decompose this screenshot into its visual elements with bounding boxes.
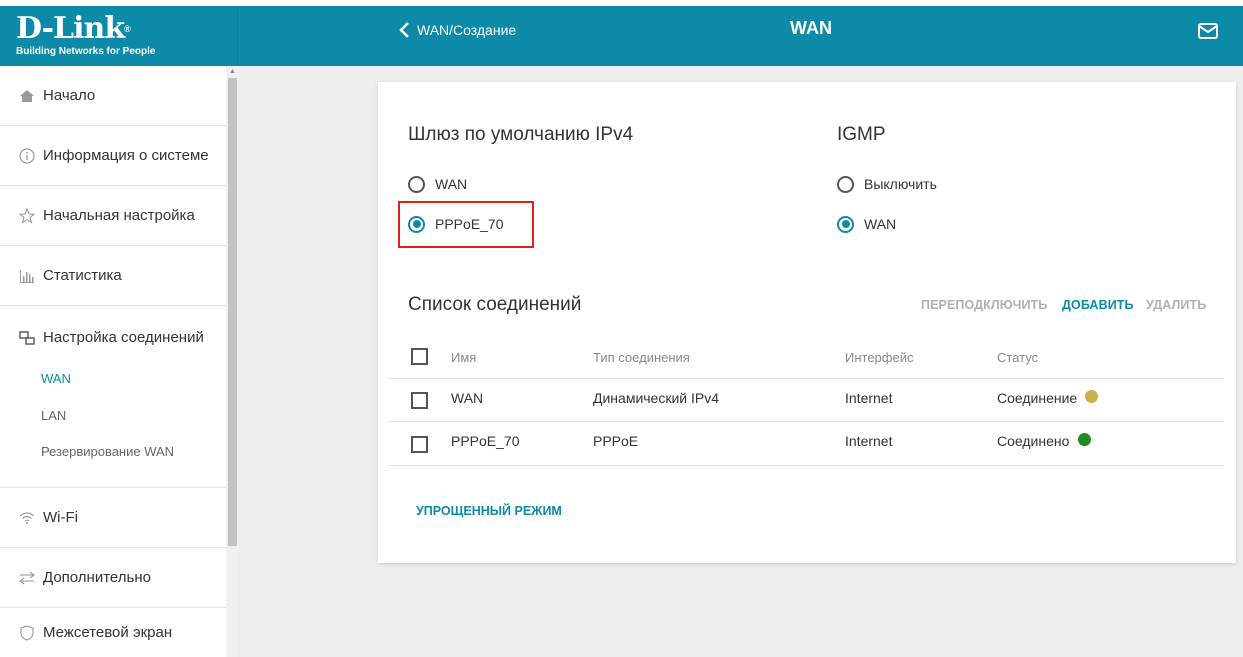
row-status: Соединение <box>997 390 1078 406</box>
select-all-checkbox[interactable] <box>411 348 428 365</box>
scroll-up-icon[interactable]: ▲ <box>228 68 237 76</box>
row-interface: Internet <box>845 433 893 449</box>
radio-label: WAN <box>864 216 897 232</box>
sidebar-item-advanced[interactable]: Дополнительно <box>0 548 226 608</box>
sidebar-item-label: Статистика <box>43 267 122 284</box>
radio-label: Выключить <box>864 176 937 192</box>
sidebar-item-label: Начальная настройка <box>43 207 195 224</box>
reconnect-button[interactable]: ПЕРЕПОДКЛЮЧИТЬ <box>921 298 1047 312</box>
sidebar-subitem-lan[interactable]: LAN <box>41 408 66 423</box>
wifi-icon <box>18 509 36 527</box>
sidebar-subitem-wan[interactable]: WAN <box>41 371 71 386</box>
delete-button[interactable]: УДАЛИТЬ <box>1146 298 1206 312</box>
sidebar-item-statistics[interactable]: Статистика <box>0 246 226 306</box>
back-button[interactable]: WAN/Создание <box>395 18 516 42</box>
status-connected-icon <box>1078 433 1091 446</box>
connections-title: Список соединений <box>408 294 582 315</box>
sidebar-item-label: Информация о системе <box>43 147 209 164</box>
row-name[interactable]: WAN <box>451 390 483 406</box>
igmp-radio-wan[interactable]: WAN <box>837 214 896 234</box>
network-icon <box>18 329 36 347</box>
column-header-status[interactable]: Статус <box>997 350 1038 365</box>
sidebar-item-label: Межсетевой экран <box>43 624 173 641</box>
simple-mode-button[interactable]: УПРОЩЕННЫЙ РЕЖИМ <box>416 504 562 518</box>
sidebar-item-label: Дополнительно <box>43 569 151 586</box>
star-icon <box>18 207 36 225</box>
row-checkbox[interactable] <box>411 392 428 409</box>
column-header-name[interactable]: Имя <box>451 350 476 365</box>
home-icon <box>18 87 36 105</box>
bar-chart-icon <box>18 267 36 285</box>
row-checkbox[interactable] <box>411 436 428 453</box>
wan-card <box>378 82 1236 563</box>
logo[interactable]: D-Link® Building Networks for People <box>0 6 238 66</box>
sidebar-item-initial-setup[interactable]: Начальная настройка <box>0 186 226 246</box>
chevron-left-icon <box>395 18 417 42</box>
sidebar-subitem-wan-backup[interactable]: Резервирование WAN <box>41 444 174 459</box>
info-icon <box>18 147 36 165</box>
row-status: Соединено <box>997 433 1070 449</box>
page-title: WAN <box>790 18 832 38</box>
scrollbar-thumb[interactable] <box>228 78 237 546</box>
sidebar-item-connections[interactable]: Настройка соединений <box>0 306 226 488</box>
gateway-radio-wan[interactable]: WAN <box>408 174 467 194</box>
sidebar-item-label: Начало <box>43 87 96 104</box>
row-divider <box>388 378 1224 379</box>
add-button[interactable]: ДОБАВИТЬ <box>1062 298 1134 312</box>
row-divider <box>388 465 1224 466</box>
row-type: PPPoE <box>593 433 639 449</box>
igmp-title: IGMP <box>837 124 886 145</box>
logo-subtitle: Building Networks for People <box>16 46 156 57</box>
sidebar-item-label: Wi-Fi <box>43 509 78 526</box>
igmp-radio-off[interactable]: Выключить <box>837 174 937 194</box>
logo-text: D-Link® <box>16 11 131 46</box>
radio-button[interactable] <box>408 175 425 193</box>
back-label: WAN/Создание <box>417 22 517 38</box>
radio-button-checked[interactable] <box>837 215 854 233</box>
radio-button[interactable] <box>837 175 854 193</box>
row-name[interactable]: PPPoE_70 <box>451 433 520 449</box>
row-interface: Internet <box>845 390 893 406</box>
top-header: D-Link® Building Networks for People WAN… <box>0 0 1243 66</box>
column-header-type[interactable]: Тип соединения <box>593 350 690 365</box>
row-divider <box>388 421 1224 422</box>
row-type: Динамический IPv4 <box>593 390 720 406</box>
sidebar-item-label: Настройка соединений <box>43 329 204 346</box>
radio-label: WAN <box>435 176 468 192</box>
sidebar-item-home[interactable]: Начало <box>0 66 226 126</box>
status-connecting-icon <box>1085 390 1098 403</box>
column-header-interface[interactable]: Интерфейс <box>845 350 913 365</box>
sidebar-item-firewall[interactable]: Межсетевой экран <box>0 608 226 657</box>
gateway-title: Шлюз по умолчанию IPv4 <box>408 124 634 145</box>
sidebar-item-wifi[interactable]: Wi-Fi <box>0 488 226 548</box>
shield-icon <box>18 624 36 642</box>
sidebar-item-system-info[interactable]: Информация о системе <box>0 126 226 186</box>
highlight-annotation <box>398 201 534 248</box>
arrows-icon <box>18 569 36 587</box>
envelope-icon[interactable] <box>1196 20 1220 42</box>
